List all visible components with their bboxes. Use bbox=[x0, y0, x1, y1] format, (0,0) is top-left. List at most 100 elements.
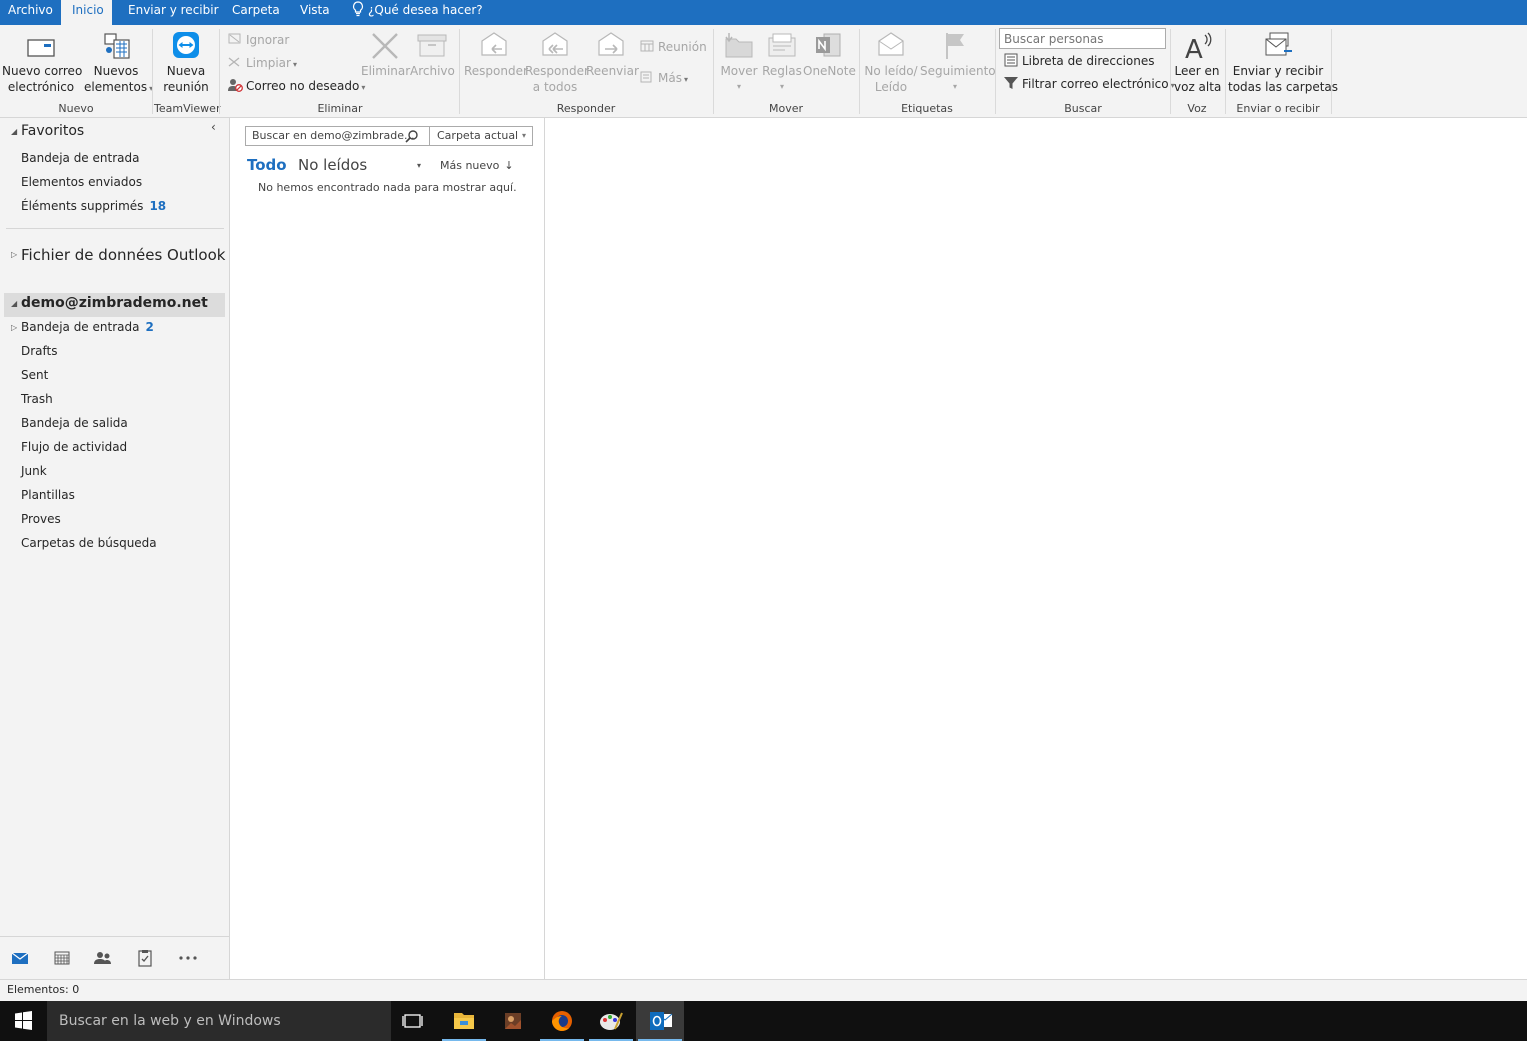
outlook-icon bbox=[650, 1012, 673, 1030]
chevron-down-icon: ▾ bbox=[521, 131, 526, 140]
reply-all-icon bbox=[542, 32, 568, 56]
unread-count-badge: 2 bbox=[145, 320, 154, 334]
ignore-button[interactable]: Ignorar bbox=[227, 31, 289, 49]
favorite-sent-items[interactable]: Elementos enviados bbox=[21, 172, 142, 192]
empty-list-message: No hemos encontrado nada para mostrar aq… bbox=[258, 181, 517, 194]
search-icon[interactable] bbox=[405, 129, 419, 143]
taskbar-paint[interactable] bbox=[587, 1001, 635, 1041]
send-receive-label-2: todas las carpetas bbox=[1228, 80, 1339, 94]
unread-read-button[interactable]: No leído/ Leído bbox=[863, 29, 919, 99]
ribbon: Nuevo correo electrónico Nuevos elemento… bbox=[0, 25, 1527, 118]
search-mailbox-input[interactable]: Buscar en demo@zimbrade... bbox=[245, 126, 430, 146]
unread-count-badge: 18 bbox=[149, 199, 167, 213]
favorite-deleted-items[interactable]: Éléments supprimés 18 bbox=[21, 196, 166, 216]
people-icon[interactable] bbox=[93, 949, 113, 967]
onenote-icon bbox=[816, 33, 841, 57]
address-book-icon bbox=[1004, 53, 1018, 67]
taskbar-file-explorer[interactable] bbox=[440, 1001, 488, 1041]
taskbar-app-photo[interactable] bbox=[489, 1001, 537, 1041]
favorites-header[interactable]: Favoritos bbox=[21, 123, 84, 139]
rules-button[interactable]: Reglas ▾ bbox=[762, 29, 802, 99]
move-label: Mover bbox=[720, 64, 758, 78]
more-reply-button[interactable]: Más ▾ bbox=[639, 69, 688, 87]
sort-order-button[interactable]: Más nuevo ↓ bbox=[440, 159, 514, 172]
teamviewer-label-2: reunión bbox=[163, 80, 209, 94]
folder-sent[interactable]: Sent bbox=[21, 365, 48, 385]
folder-proves[interactable]: Proves bbox=[21, 509, 61, 529]
junk-button[interactable]: Correo no deseado ▾ bbox=[227, 77, 365, 95]
forward-button[interactable]: Reenviar bbox=[586, 29, 639, 99]
taskbar-outlook[interactable] bbox=[636, 1001, 684, 1041]
reply-all-label-2: a todos bbox=[532, 80, 578, 94]
tab-enviar-recibir[interactable]: Enviar y recibir bbox=[128, 0, 219, 25]
favorite-inbox[interactable]: Bandeja de entrada bbox=[21, 148, 139, 168]
collapse-triangle-icon[interactable]: ◢ bbox=[11, 299, 17, 308]
teamviewer-meeting-button[interactable]: Nueva reunión bbox=[156, 29, 216, 99]
archive-button[interactable]: Archivo bbox=[410, 29, 455, 99]
tab-archivo[interactable]: Archivo bbox=[0, 0, 56, 25]
reply-all-button[interactable]: Responder a todos bbox=[525, 29, 589, 99]
collapse-pane-icon[interactable]: ‹ bbox=[211, 120, 216, 134]
folder-templates[interactable]: Plantillas bbox=[21, 485, 75, 505]
folder-trash[interactable]: Trash bbox=[21, 389, 53, 409]
mail-icon[interactable] bbox=[10, 949, 30, 967]
start-button[interactable] bbox=[0, 1001, 47, 1041]
expand-triangle-icon[interactable]: ▷ bbox=[11, 323, 17, 332]
folder-junk[interactable]: Junk bbox=[21, 461, 47, 481]
onenote-button[interactable]: OneNote bbox=[803, 29, 856, 99]
calendar-icon[interactable] bbox=[52, 949, 72, 967]
message-list-pane: Buscar en demo@zimbrade... Carpeta actua… bbox=[230, 118, 545, 979]
folder-activity-stream[interactable]: Flujo de actividad bbox=[21, 437, 127, 457]
group-label-buscar: Buscar bbox=[1064, 102, 1102, 115]
new-items-button[interactable]: Nuevos elementos▾ bbox=[84, 29, 153, 99]
tab-carpeta[interactable]: Carpeta bbox=[232, 0, 280, 25]
new-items-label-1: Nuevos bbox=[93, 64, 139, 78]
move-button[interactable]: Mover ▾ bbox=[718, 29, 760, 99]
address-book-button[interactable]: Libreta de direcciones bbox=[1003, 52, 1155, 70]
filter-email-button[interactable]: Filtrar correo electrónico ▾ bbox=[1003, 75, 1175, 93]
taskbar-firefox[interactable] bbox=[538, 1001, 586, 1041]
task-view-button[interactable] bbox=[391, 1001, 439, 1041]
tasks-icon[interactable] bbox=[135, 949, 155, 967]
filter-unread[interactable]: No leídos bbox=[298, 156, 367, 174]
chevron-down-icon: ▾ bbox=[779, 82, 784, 91]
collapse-triangle-icon[interactable]: ◢ bbox=[11, 127, 17, 136]
new-items-label-2: elementos▾ bbox=[84, 79, 153, 97]
svg-text:A: A bbox=[1185, 35, 1203, 63]
read-aloud-button[interactable]: A Leer en voz alta bbox=[1174, 29, 1221, 99]
tab-inicio[interactable]: Inicio bbox=[61, 0, 112, 25]
outlook-data-file[interactable]: Fichier de données Outlook bbox=[21, 246, 225, 264]
folder-icon bbox=[454, 1013, 474, 1029]
filter-dropdown-icon[interactable]: ▾ bbox=[417, 161, 421, 170]
folder-drafts[interactable]: Drafts bbox=[21, 341, 58, 361]
follow-up-button[interactable]: Seguimiento ▾ bbox=[920, 29, 996, 99]
delete-button[interactable]: Eliminar bbox=[361, 29, 411, 99]
account-header[interactable]: demo@zimbrademo.net bbox=[21, 295, 208, 311]
search-people-input[interactable] bbox=[999, 28, 1166, 49]
clean-up-button[interactable]: Limpiar ▾ bbox=[227, 54, 297, 72]
send-receive-all-button[interactable]: Enviar y recibir todas las carpetas bbox=[1228, 29, 1339, 99]
delete-label: Eliminar bbox=[361, 64, 411, 78]
search-scope-dropdown[interactable]: Carpeta actual ▾ bbox=[430, 126, 533, 146]
filter-all[interactable]: Todo bbox=[247, 156, 287, 174]
onenote-label: OneNote bbox=[803, 64, 856, 78]
more-options-icon[interactable] bbox=[178, 949, 198, 967]
tell-me-box[interactable]: ¿Qué desea hacer? bbox=[352, 0, 483, 25]
folder-outbox[interactable]: Bandeja de salida bbox=[21, 413, 128, 433]
folder-search-folders[interactable]: Carpetas de búsqueda bbox=[21, 533, 157, 553]
meeting-icon bbox=[640, 40, 654, 52]
follow-up-label: Seguimiento bbox=[920, 64, 996, 78]
teamviewer-icon bbox=[173, 32, 199, 58]
chevron-down-icon: ▾ bbox=[736, 82, 741, 91]
reply-label: Responder bbox=[464, 64, 528, 78]
tab-vista[interactable]: Vista bbox=[300, 0, 330, 25]
taskbar-search-box[interactable]: Buscar en la web y en Windows bbox=[47, 1001, 391, 1041]
group-separator bbox=[995, 29, 996, 114]
group-separator bbox=[1170, 29, 1171, 114]
rules-label: Reglas bbox=[762, 64, 802, 78]
folder-inbox[interactable]: Bandeja de entrada 2 bbox=[21, 317, 154, 337]
new-email-button[interactable]: Nuevo correo electrónico bbox=[2, 29, 82, 99]
meeting-reply-button[interactable]: Reunión bbox=[639, 38, 707, 56]
expand-triangle-icon[interactable]: ▷ bbox=[11, 250, 17, 259]
reply-button[interactable]: Responder bbox=[464, 29, 528, 99]
